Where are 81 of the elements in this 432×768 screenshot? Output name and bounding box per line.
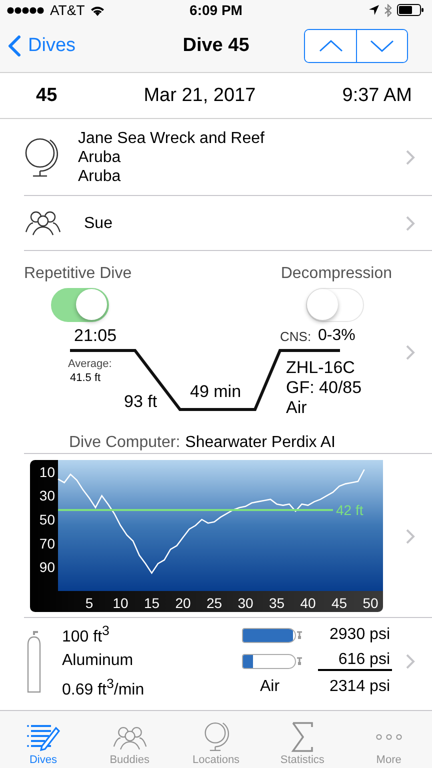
chevron-down-icon <box>370 40 394 52</box>
y-tick-label: 30 <box>39 487 55 504</box>
algorithm: ZHL-16C <box>286 358 356 378</box>
x-tick-label: 15 <box>144 594 160 610</box>
duration: 49 min <box>190 382 242 402</box>
people-icon <box>24 210 62 236</box>
chevron-icon[interactable] <box>406 216 415 231</box>
gradient-factors: GF: 40/85 <box>286 378 362 398</box>
dive-date: Mar 21, 2017 <box>144 84 256 106</box>
gas-mix: Air <box>286 398 308 418</box>
pressure-gauge <box>242 654 296 668</box>
gas-mix: Air <box>260 678 280 696</box>
chevron-icon[interactable] <box>406 150 415 165</box>
y-tick-label: 90 <box>39 558 55 575</box>
cns-label: CNS: <box>280 329 312 344</box>
x-tick-label: 10 <box>112 594 128 610</box>
carrier: AT&T <box>50 2 85 18</box>
y-tick-label: 70 <box>39 534 55 551</box>
x-tick-label: 25 <box>206 594 222 610</box>
y-tick-label: 10 <box>39 463 55 480</box>
consumption-rate: 0.69 ft$^{3}$/min <box>62 676 146 700</box>
pressure-reading: 616 psi <box>318 651 392 671</box>
x-tick-label: 30 <box>238 594 254 610</box>
buddy-name: Sue <box>84 214 114 232</box>
x-tick-label: 20 <box>175 594 191 610</box>
signal-icon <box>7 6 45 14</box>
tank-material: Aluminum <box>62 652 134 670</box>
average-label: Average: <box>68 358 112 370</box>
max-depth: 93 ft <box>124 392 158 412</box>
pressure-reading: 2930 psi <box>328 626 391 644</box>
toggle-label: Repetitive Dive <box>24 265 132 283</box>
location-text: Jane Sea Wreck and Reef <box>78 128 266 148</box>
previous-button[interactable] <box>305 30 356 62</box>
y-tick-label: 50 <box>39 511 55 528</box>
computer-name: Shearwater Perdix AI <box>185 434 336 452</box>
location-text: Aruba <box>78 148 122 166</box>
globe-icon <box>202 720 230 752</box>
toggle-switch[interactable] <box>51 288 109 322</box>
pressure-gauge <box>242 628 296 642</box>
chevron-icon[interactable] <box>406 528 415 544</box>
valve-icon <box>296 656 303 666</box>
location-text: Aruba <box>78 166 122 186</box>
tab[interactable]: More <box>346 711 432 768</box>
next-button[interactable] <box>356 30 407 62</box>
nav-title: Dive 45 <box>182 35 250 57</box>
average-line-label: 42 ft <box>336 502 364 518</box>
tab[interactable]: Buddies <box>86 711 173 768</box>
tab[interactable]: Locations <box>172 711 260 768</box>
sigma-icon <box>291 722 314 752</box>
x-tick-label: 40 <box>300 594 316 610</box>
chevron-up-icon <box>318 40 342 52</box>
chevron-icon[interactable] <box>406 654 415 669</box>
x-tick-label: 45 <box>331 594 348 610</box>
pressure-used: 2314 psi <box>328 678 391 696</box>
battery-icon <box>397 4 424 16</box>
dive-time: 9:37 AM <box>342 84 412 106</box>
location-arrow-icon <box>369 5 379 15</box>
x-tick-label: 5 <box>85 594 94 610</box>
globe-icon <box>24 136 58 178</box>
tab[interactable]: Statistics <box>259 711 346 768</box>
dive-number: 45 <box>36 84 58 106</box>
bluetooth-icon <box>384 4 392 16</box>
average-depth: 41.5 ft <box>70 372 101 384</box>
tank-size: 100 ft$^{3}$ <box>62 622 110 646</box>
more-dots-icon <box>376 734 402 740</box>
tab[interactable]: Dives <box>0 711 86 768</box>
toggle-switch[interactable] <box>306 288 364 322</box>
back-button[interactable]: Dives <box>8 35 76 57</box>
status-time: 6:09 PM <box>190 2 242 18</box>
start-time: 21:05 <box>74 326 117 346</box>
back-chevron-icon <box>8 35 21 57</box>
valve-icon <box>296 630 303 640</box>
x-tick-label: 35 <box>268 594 285 610</box>
pencil-list-icon <box>26 722 60 752</box>
wifi-icon <box>90 4 105 16</box>
computer-label: Dive Computer: <box>69 434 180 452</box>
people-icon <box>112 724 148 752</box>
chevron-icon[interactable] <box>406 345 415 360</box>
cns-value: 0-3% <box>318 327 356 345</box>
x-tick-label: 50 <box>362 594 378 610</box>
toggle-label: Decompression <box>280 265 392 283</box>
